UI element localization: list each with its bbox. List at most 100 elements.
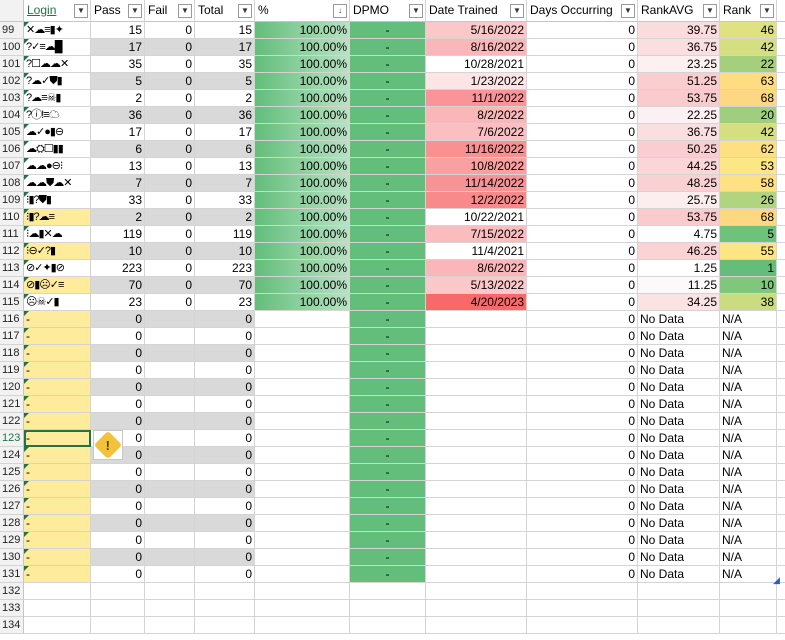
row-number[interactable]: 134	[0, 617, 24, 634]
percent-cell[interactable]	[255, 481, 350, 498]
row-number[interactable]: 130	[0, 549, 24, 566]
rank-cell[interactable]: 55	[720, 243, 777, 260]
total-cell[interactable]: 6	[195, 141, 255, 158]
dpmo-cell[interactable]: -	[350, 498, 426, 515]
date-trained-cell[interactable]	[426, 447, 527, 464]
rankavg-cell[interactable]: No Data	[638, 464, 720, 481]
pass-cell[interactable]: 0	[91, 413, 145, 430]
days-occurring-cell[interactable]: 0	[527, 277, 638, 294]
empty-cell[interactable]	[777, 600, 785, 617]
percent-cell[interactable]: 100.00%	[255, 294, 350, 311]
pass-cell[interactable]: 2	[91, 90, 145, 107]
row-number[interactable]: 102	[0, 73, 24, 90]
dpmo-cell[interactable]: -	[350, 362, 426, 379]
fail-cell[interactable]	[145, 328, 195, 345]
login-cell[interactable]: -	[24, 362, 91, 379]
percent-cell[interactable]: 100.00%	[255, 226, 350, 243]
date-trained-cell[interactable]: 8/16/2022	[426, 39, 527, 56]
fail-cell[interactable]	[145, 549, 195, 566]
dpmo-cell[interactable]: -	[350, 345, 426, 362]
pass-cell[interactable]: 2	[91, 209, 145, 226]
pass-cell[interactable]: 0	[91, 498, 145, 515]
rank-cell[interactable]: 68	[720, 209, 777, 226]
empty-cell[interactable]	[638, 583, 720, 600]
dpmo-cell[interactable]: -	[350, 158, 426, 175]
days-occurring-cell[interactable]: 0	[527, 515, 638, 532]
date-trained-cell[interactable]	[426, 345, 527, 362]
empty-cell[interactable]	[145, 617, 195, 634]
rankavg-cell[interactable]: No Data	[638, 481, 720, 498]
days-occurring-cell[interactable]: 0	[527, 56, 638, 73]
login-cell[interactable]: ☁⛭☐▮▮	[24, 141, 91, 158]
date-trained-cell[interactable]	[426, 566, 527, 583]
fail-cell[interactable]: 0	[145, 56, 195, 73]
empty-cell[interactable]	[426, 600, 527, 617]
date-trained-cell[interactable]	[426, 515, 527, 532]
fail-cell[interactable]: 0	[145, 39, 195, 56]
rankavg-cell[interactable]: 1.25	[638, 260, 720, 277]
percent-cell[interactable]	[255, 566, 350, 583]
days-occurring-cell[interactable]: 0	[527, 413, 638, 430]
login-cell[interactable]: ☁☁●⊖⁝	[24, 158, 91, 175]
empty-cell[interactable]	[777, 617, 785, 634]
percent-cell[interactable]: 100.00%	[255, 192, 350, 209]
row-number[interactable]: 117	[0, 328, 24, 345]
rankavg-cell[interactable]: No Data	[638, 498, 720, 515]
dpmo-cell[interactable]: -	[350, 515, 426, 532]
date-trained-cell[interactable]	[426, 413, 527, 430]
dpmo-cell[interactable]: -	[350, 413, 426, 430]
row-number[interactable]: 133	[0, 600, 24, 617]
pass-cell[interactable]: 17	[91, 39, 145, 56]
empty-cell[interactable]	[145, 600, 195, 617]
rank-cell[interactable]: 10	[720, 277, 777, 294]
total-cell[interactable]: 23	[195, 294, 255, 311]
login-cell[interactable]: ⊘✓✦▮⊘	[24, 260, 91, 277]
row-number[interactable]: 101	[0, 56, 24, 73]
empty-cell[interactable]	[527, 583, 638, 600]
percent-cell[interactable]	[255, 447, 350, 464]
pass-cell[interactable]: 0	[91, 464, 145, 481]
filter-dropdown-icon[interactable]: ▼	[74, 4, 88, 18]
empty-cell[interactable]	[426, 617, 527, 634]
empty-cell[interactable]	[255, 617, 350, 634]
percent-cell[interactable]: 100.00%	[255, 73, 350, 90]
rank-cell[interactable]: N/A	[720, 464, 777, 481]
date-trained-cell[interactable]	[426, 532, 527, 549]
fail-cell[interactable]	[145, 515, 195, 532]
total-cell[interactable]: 17	[195, 124, 255, 141]
days-occurring-cell[interactable]: 0	[527, 566, 638, 583]
row-number[interactable]: 109	[0, 192, 24, 209]
pass-cell[interactable]: 23	[91, 294, 145, 311]
date-trained-cell[interactable]	[426, 379, 527, 396]
total-cell[interactable]: 5	[195, 73, 255, 90]
empty-cell[interactable]	[350, 600, 426, 617]
date-trained-cell[interactable]: 8/2/2022	[426, 107, 527, 124]
login-cell[interactable]: -	[24, 515, 91, 532]
pass-cell[interactable]: 0	[91, 566, 145, 583]
percent-cell[interactable]: 100.00%	[255, 141, 350, 158]
filter-dropdown-icon[interactable]: ▼	[760, 4, 774, 18]
row-number[interactable]: 111	[0, 226, 24, 243]
days-occurring-cell[interactable]: 0	[527, 294, 638, 311]
total-cell[interactable]: 17	[195, 39, 255, 56]
rankavg-cell[interactable]: 4.75	[638, 226, 720, 243]
days-occurring-cell[interactable]: 0	[527, 141, 638, 158]
fail-cell[interactable]: 0	[145, 175, 195, 192]
filter-dropdown-icon[interactable]: ▼	[409, 4, 423, 18]
days-occurring-cell[interactable]: 0	[527, 362, 638, 379]
dpmo-cell[interactable]: -	[350, 464, 426, 481]
empty-cell[interactable]	[145, 583, 195, 600]
days-occurring-cell[interactable]: 0	[527, 209, 638, 226]
fail-cell[interactable]: 0	[145, 226, 195, 243]
rank-cell[interactable]: N/A	[720, 379, 777, 396]
login-cell[interactable]: -	[24, 464, 91, 481]
rankavg-cell[interactable]: 25.75	[638, 192, 720, 209]
total-cell[interactable]: 223	[195, 260, 255, 277]
fail-cell[interactable]	[145, 362, 195, 379]
rankavg-cell[interactable]: 44.25	[638, 158, 720, 175]
rankavg-cell[interactable]: No Data	[638, 549, 720, 566]
dpmo-cell[interactable]: -	[350, 141, 426, 158]
total-cell[interactable]: 36	[195, 107, 255, 124]
fail-cell[interactable]	[145, 481, 195, 498]
total-cell[interactable]: 0	[195, 396, 255, 413]
